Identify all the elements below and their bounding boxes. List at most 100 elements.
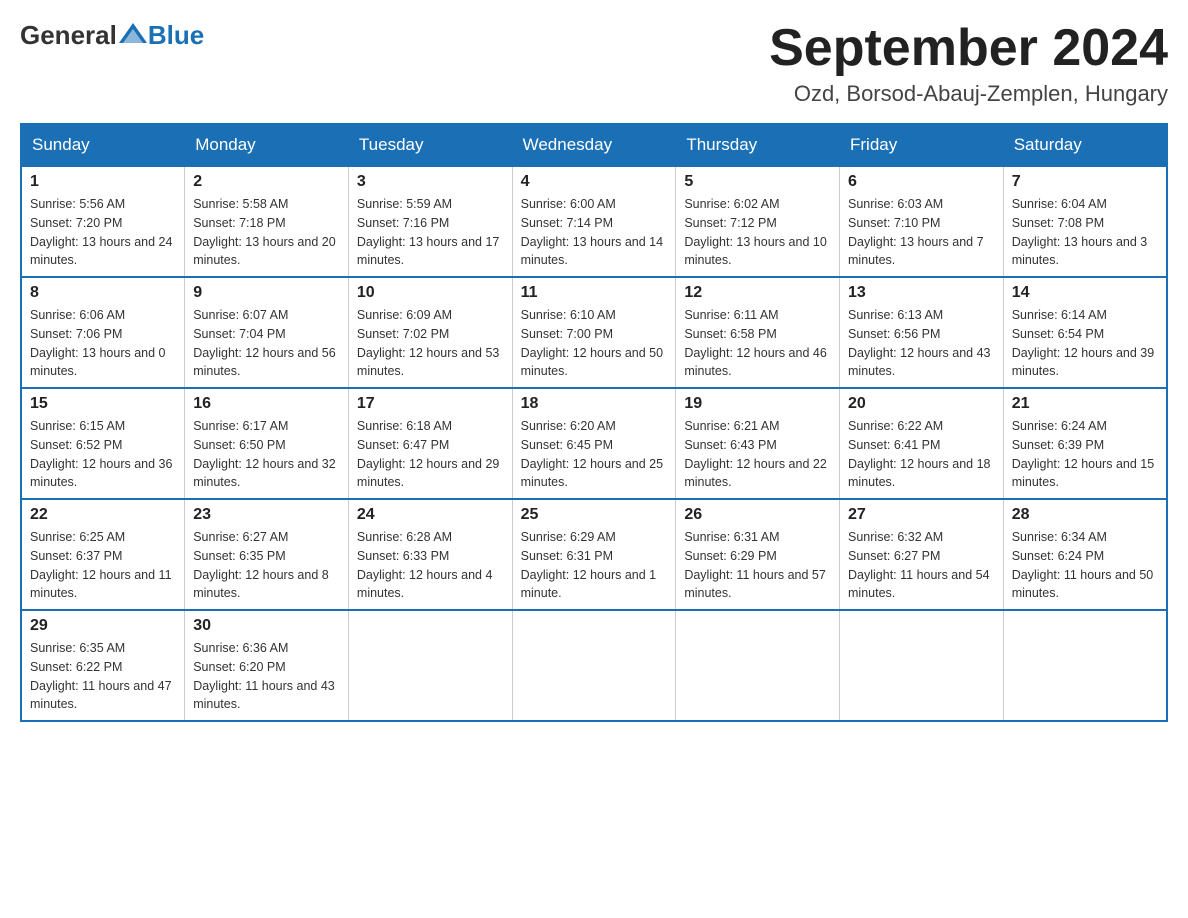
day-number: 8 — [30, 284, 176, 302]
calendar-week-row: 1 Sunrise: 5:56 AMSunset: 7:20 PMDayligh… — [21, 166, 1167, 277]
calendar-day-cell: 2 Sunrise: 5:58 AMSunset: 7:18 PMDayligh… — [185, 166, 349, 277]
calendar-day-cell: 7 Sunrise: 6:04 AMSunset: 7:08 PMDayligh… — [1003, 166, 1167, 277]
day-number: 29 — [30, 617, 176, 635]
calendar-day-cell: 24 Sunrise: 6:28 AMSunset: 6:33 PMDaylig… — [348, 499, 512, 610]
day-number: 15 — [30, 395, 176, 413]
month-year-title: September 2024 — [769, 20, 1168, 77]
calendar-day-cell: 1 Sunrise: 5:56 AMSunset: 7:20 PMDayligh… — [21, 166, 185, 277]
calendar-day-cell: 20 Sunrise: 6:22 AMSunset: 6:41 PMDaylig… — [840, 388, 1004, 499]
day-number: 16 — [193, 395, 340, 413]
calendar-day-cell: 17 Sunrise: 6:18 AMSunset: 6:47 PMDaylig… — [348, 388, 512, 499]
day-info: Sunrise: 6:28 AMSunset: 6:33 PMDaylight:… — [357, 530, 493, 600]
day-number: 18 — [521, 395, 668, 413]
location-subtitle: Ozd, Borsod-Abauj-Zemplen, Hungary — [769, 81, 1168, 107]
calendar-day-cell: 18 Sunrise: 6:20 AMSunset: 6:45 PMDaylig… — [512, 388, 676, 499]
day-info: Sunrise: 5:59 AMSunset: 7:16 PMDaylight:… — [357, 197, 499, 267]
header-wednesday: Wednesday — [512, 124, 676, 166]
day-info: Sunrise: 6:13 AMSunset: 6:56 PMDaylight:… — [848, 308, 990, 378]
calendar-day-cell: 14 Sunrise: 6:14 AMSunset: 6:54 PMDaylig… — [1003, 277, 1167, 388]
day-info: Sunrise: 6:06 AMSunset: 7:06 PMDaylight:… — [30, 308, 166, 378]
calendar-day-cell: 13 Sunrise: 6:13 AMSunset: 6:56 PMDaylig… — [840, 277, 1004, 388]
calendar-day-cell: 30 Sunrise: 6:36 AMSunset: 6:20 PMDaylig… — [185, 610, 349, 721]
calendar-day-cell: 9 Sunrise: 6:07 AMSunset: 7:04 PMDayligh… — [185, 277, 349, 388]
day-info: Sunrise: 6:09 AMSunset: 7:02 PMDaylight:… — [357, 308, 499, 378]
page-header: General Blue September 2024 Ozd, Borsod-… — [20, 20, 1168, 107]
day-info: Sunrise: 6:04 AMSunset: 7:08 PMDaylight:… — [1012, 197, 1148, 267]
day-number: 1 — [30, 173, 176, 191]
calendar-empty-cell — [840, 610, 1004, 721]
day-number: 13 — [848, 284, 995, 302]
calendar-week-row: 8 Sunrise: 6:06 AMSunset: 7:06 PMDayligh… — [21, 277, 1167, 388]
calendar-day-cell: 29 Sunrise: 6:35 AMSunset: 6:22 PMDaylig… — [21, 610, 185, 721]
calendar-day-cell: 10 Sunrise: 6:09 AMSunset: 7:02 PMDaylig… — [348, 277, 512, 388]
day-number: 5 — [684, 173, 831, 191]
title-block: September 2024 Ozd, Borsod-Abauj-Zemplen… — [769, 20, 1168, 107]
day-number: 26 — [684, 506, 831, 524]
calendar-day-cell: 8 Sunrise: 6:06 AMSunset: 7:06 PMDayligh… — [21, 277, 185, 388]
calendar-day-cell: 6 Sunrise: 6:03 AMSunset: 7:10 PMDayligh… — [840, 166, 1004, 277]
day-info: Sunrise: 6:03 AMSunset: 7:10 PMDaylight:… — [848, 197, 984, 267]
day-info: Sunrise: 6:27 AMSunset: 6:35 PMDaylight:… — [193, 530, 329, 600]
day-number: 9 — [193, 284, 340, 302]
day-info: Sunrise: 6:22 AMSunset: 6:41 PMDaylight:… — [848, 419, 990, 489]
day-number: 25 — [521, 506, 668, 524]
calendar-day-cell: 27 Sunrise: 6:32 AMSunset: 6:27 PMDaylig… — [840, 499, 1004, 610]
logo-blue-text: Blue — [148, 20, 204, 51]
day-number: 14 — [1012, 284, 1158, 302]
day-info: Sunrise: 6:32 AMSunset: 6:27 PMDaylight:… — [848, 530, 990, 600]
day-info: Sunrise: 6:07 AMSunset: 7:04 PMDaylight:… — [193, 308, 335, 378]
calendar-table: Sunday Monday Tuesday Wednesday Thursday… — [20, 123, 1168, 722]
calendar-day-cell: 12 Sunrise: 6:11 AMSunset: 6:58 PMDaylig… — [676, 277, 840, 388]
day-info: Sunrise: 6:18 AMSunset: 6:47 PMDaylight:… — [357, 419, 499, 489]
day-info: Sunrise: 6:10 AMSunset: 7:00 PMDaylight:… — [521, 308, 663, 378]
day-number: 22 — [30, 506, 176, 524]
calendar-empty-cell — [676, 610, 840, 721]
day-number: 28 — [1012, 506, 1158, 524]
calendar-body: 1 Sunrise: 5:56 AMSunset: 7:20 PMDayligh… — [21, 166, 1167, 721]
logo: General Blue — [20, 20, 204, 51]
day-info: Sunrise: 6:35 AMSunset: 6:22 PMDaylight:… — [30, 641, 172, 711]
calendar-header-row: Sunday Monday Tuesday Wednesday Thursday… — [21, 124, 1167, 166]
header-friday: Friday — [840, 124, 1004, 166]
calendar-day-cell: 19 Sunrise: 6:21 AMSunset: 6:43 PMDaylig… — [676, 388, 840, 499]
day-number: 7 — [1012, 173, 1158, 191]
calendar-day-cell: 23 Sunrise: 6:27 AMSunset: 6:35 PMDaylig… — [185, 499, 349, 610]
day-info: Sunrise: 6:21 AMSunset: 6:43 PMDaylight:… — [684, 419, 826, 489]
logo-triangle-icon — [119, 23, 147, 47]
day-number: 3 — [357, 173, 504, 191]
header-tuesday: Tuesday — [348, 124, 512, 166]
day-number: 10 — [357, 284, 504, 302]
day-number: 2 — [193, 173, 340, 191]
calendar-week-row: 29 Sunrise: 6:35 AMSunset: 6:22 PMDaylig… — [21, 610, 1167, 721]
header-saturday: Saturday — [1003, 124, 1167, 166]
calendar-day-cell: 22 Sunrise: 6:25 AMSunset: 6:37 PMDaylig… — [21, 499, 185, 610]
calendar-day-cell: 28 Sunrise: 6:34 AMSunset: 6:24 PMDaylig… — [1003, 499, 1167, 610]
day-info: Sunrise: 6:11 AMSunset: 6:58 PMDaylight:… — [684, 308, 826, 378]
day-info: Sunrise: 6:15 AMSunset: 6:52 PMDaylight:… — [30, 419, 172, 489]
header-sunday: Sunday — [21, 124, 185, 166]
day-number: 17 — [357, 395, 504, 413]
day-info: Sunrise: 6:34 AMSunset: 6:24 PMDaylight:… — [1012, 530, 1154, 600]
calendar-week-row: 22 Sunrise: 6:25 AMSunset: 6:37 PMDaylig… — [21, 499, 1167, 610]
day-info: Sunrise: 6:24 AMSunset: 6:39 PMDaylight:… — [1012, 419, 1154, 489]
calendar-day-cell: 3 Sunrise: 5:59 AMSunset: 7:16 PMDayligh… — [348, 166, 512, 277]
calendar-week-row: 15 Sunrise: 6:15 AMSunset: 6:52 PMDaylig… — [21, 388, 1167, 499]
day-number: 21 — [1012, 395, 1158, 413]
day-number: 20 — [848, 395, 995, 413]
day-number: 24 — [357, 506, 504, 524]
logo-general-text: General — [20, 20, 117, 51]
day-info: Sunrise: 6:00 AMSunset: 7:14 PMDaylight:… — [521, 197, 663, 267]
day-number: 30 — [193, 617, 340, 635]
calendar-empty-cell — [512, 610, 676, 721]
day-number: 12 — [684, 284, 831, 302]
day-info: Sunrise: 6:36 AMSunset: 6:20 PMDaylight:… — [193, 641, 335, 711]
day-info: Sunrise: 6:25 AMSunset: 6:37 PMDaylight:… — [30, 530, 172, 600]
day-info: Sunrise: 5:56 AMSunset: 7:20 PMDaylight:… — [30, 197, 172, 267]
day-info: Sunrise: 6:17 AMSunset: 6:50 PMDaylight:… — [193, 419, 335, 489]
day-number: 19 — [684, 395, 831, 413]
header-monday: Monday — [185, 124, 349, 166]
day-info: Sunrise: 6:20 AMSunset: 6:45 PMDaylight:… — [521, 419, 663, 489]
day-info: Sunrise: 5:58 AMSunset: 7:18 PMDaylight:… — [193, 197, 335, 267]
calendar-day-cell: 4 Sunrise: 6:00 AMSunset: 7:14 PMDayligh… — [512, 166, 676, 277]
calendar-empty-cell — [348, 610, 512, 721]
